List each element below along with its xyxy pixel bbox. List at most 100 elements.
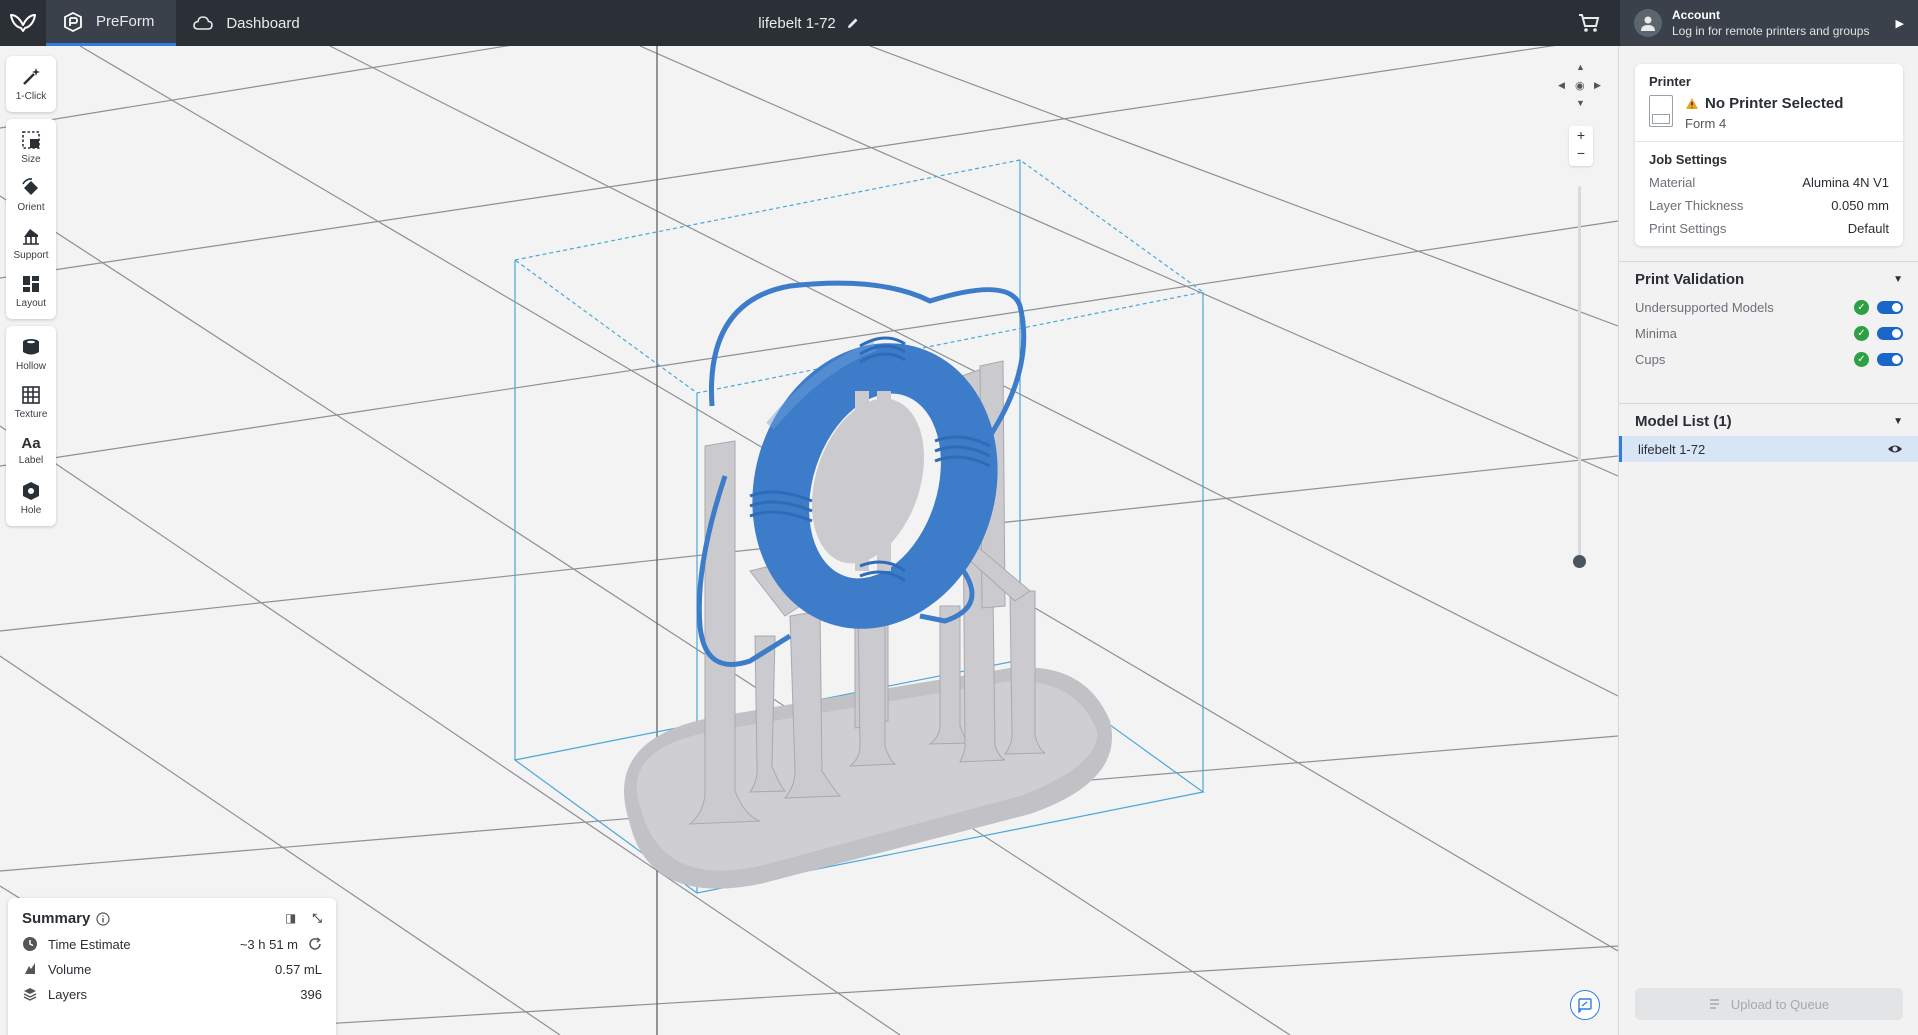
caret-down-icon: ▼ bbox=[1893, 415, 1903, 427]
summary-title: Summary bbox=[22, 910, 91, 927]
printer-label: Printer bbox=[1649, 74, 1691, 89]
job-setting-layer-thickness: Layer Thickness 0.050 mm bbox=[1649, 198, 1889, 213]
account-title: Account bbox=[1672, 8, 1720, 22]
tool-size[interactable]: Size bbox=[6, 123, 56, 171]
tool-orient[interactable]: Orient bbox=[6, 171, 56, 219]
hollow-icon bbox=[23, 339, 39, 355]
job-setting-key: Print Settings bbox=[1649, 221, 1727, 236]
tool-hole[interactable]: Hole bbox=[6, 474, 56, 522]
hole-icon bbox=[23, 482, 39, 500]
tool-group-3: Hollow Texture Aa Label Hole bbox=[6, 326, 56, 526]
avatar-icon bbox=[1634, 9, 1662, 37]
volume-icon bbox=[25, 963, 35, 974]
summary-label: Time Estimate bbox=[48, 936, 131, 952]
eye-icon[interactable]: ◉ bbox=[1575, 79, 1585, 92]
print-validation-header[interactable]: Print Validation ▼ bbox=[1619, 264, 1918, 294]
printer-status: No Printer Selected bbox=[1705, 95, 1844, 112]
zoom-control: + − bbox=[1569, 126, 1593, 166]
validation-toggle[interactable] bbox=[1877, 352, 1903, 366]
tool-label: Label bbox=[18, 454, 44, 466]
refresh-icon[interactable] bbox=[308, 937, 322, 951]
orient-icon bbox=[22, 178, 38, 195]
summary-value: ~3 h 51 m bbox=[239, 936, 298, 952]
chevron-left-icon[interactable]: ◀ bbox=[1558, 80, 1565, 91]
summary-label: Layers bbox=[48, 986, 88, 1002]
warning-icon bbox=[1686, 98, 1698, 109]
list-item[interactable]: lifebelt 1-72 bbox=[1619, 436, 1918, 462]
validation-row: Undersupported Models ✓ bbox=[1619, 294, 1918, 320]
validation-label: Undersupported Models bbox=[1635, 299, 1774, 315]
formlabs-logo-icon[interactable] bbox=[0, 0, 46, 46]
summary-row-time: Time Estimate ~3 h 51 m bbox=[22, 936, 322, 952]
summary-value: 0.57 mL bbox=[275, 961, 322, 977]
tool-layout[interactable]: Layout bbox=[6, 267, 56, 315]
info-icon[interactable] bbox=[96, 911, 110, 926]
tool-label[interactable]: Aa Label bbox=[6, 426, 56, 474]
magic-wand-icon bbox=[23, 68, 40, 85]
queue-icon bbox=[1709, 999, 1719, 1009]
job-setting-key: Material bbox=[1649, 175, 1696, 190]
tab-preform-label: PreForm bbox=[96, 13, 155, 30]
zoom-out-button[interactable]: − bbox=[1569, 144, 1593, 162]
pencil-icon[interactable] bbox=[846, 16, 860, 30]
tool-group-2: Size Orient Support Layout bbox=[6, 119, 56, 319]
3d-viewport[interactable]: 1-Click Size Orient Support Layout Hollo… bbox=[0, 46, 1618, 1035]
printer-model: Form 4 bbox=[1685, 116, 1727, 131]
chat-icon bbox=[1578, 998, 1592, 1013]
size-icon bbox=[22, 131, 40, 149]
tool-rail: 1-Click Size Orient Support Layout Hollo… bbox=[6, 56, 56, 533]
chevron-right-icon[interactable]: ▶ bbox=[1594, 80, 1601, 91]
validation-toggle[interactable] bbox=[1877, 326, 1903, 340]
job-settings-section[interactable]: Job Settings Material Alumina 4N V1 Laye… bbox=[1635, 142, 1903, 246]
upload-to-queue-button[interactable]: Upload to Queue bbox=[1635, 988, 1903, 1020]
job-setting-value: 0.050 mm bbox=[1831, 198, 1889, 213]
tool-label: Orient bbox=[17, 202, 45, 213]
print-validation-title: Print Validation bbox=[1635, 270, 1745, 288]
view-navigation-pad: ▲ ◀ ◉ ▶ ▼ bbox=[1556, 62, 1606, 112]
job-setting-key: Layer Thickness bbox=[1649, 198, 1744, 213]
account-button[interactable]: Account Log in for remote printers and g… bbox=[1620, 0, 1918, 46]
printer-section[interactable]: Printer No Printer Selected Form 4 bbox=[1635, 64, 1903, 141]
tool-label: Layout bbox=[15, 298, 47, 309]
job-setting-material: Material Alumina 4N V1 bbox=[1649, 175, 1889, 190]
tool-1-click[interactable]: 1-Click bbox=[6, 60, 56, 108]
preform-icon bbox=[64, 11, 82, 32]
tab-dashboard[interactable]: Dashboard bbox=[176, 0, 321, 46]
chevron-up-icon[interactable]: ▲ bbox=[1576, 62, 1585, 72]
validation-toggle[interactable] bbox=[1877, 300, 1903, 314]
tool-label: Support bbox=[13, 250, 49, 261]
zoom-in-button[interactable]: + bbox=[1569, 126, 1593, 144]
account-subtitle: Log in for remote printers and groups bbox=[1672, 24, 1870, 38]
summary-card: Summary ◨ ⤡ Time Estimate ~3 h 51 m Volu… bbox=[8, 898, 336, 1035]
panel-toggle-icon[interactable]: ◨ bbox=[285, 911, 296, 926]
layout-icon bbox=[23, 276, 39, 292]
clock-icon bbox=[23, 937, 37, 951]
right-panel: Printer No Printer Selected Form 4 Job S… bbox=[1618, 46, 1918, 1035]
model-list-header[interactable]: Model List (1) ▼ bbox=[1619, 406, 1918, 436]
eye-icon[interactable] bbox=[1887, 441, 1903, 457]
tool-texture[interactable]: Texture bbox=[6, 378, 56, 426]
tool-label: Size bbox=[21, 154, 41, 165]
expand-icon[interactable]: ⤡ bbox=[312, 911, 322, 926]
tool-label: Hole bbox=[20, 505, 42, 516]
layer-slider-track[interactable] bbox=[1578, 186, 1581, 566]
check-icon: ✓ bbox=[1854, 351, 1869, 367]
tool-support[interactable]: Support bbox=[6, 219, 56, 267]
printer-thumbnail-icon bbox=[1649, 95, 1673, 127]
top-bar: PreForm Dashboard lifebelt 1-72 Account … bbox=[0, 0, 1918, 46]
tool-hollow[interactable]: Hollow bbox=[6, 330, 56, 378]
layer-slider-handle[interactable] bbox=[1573, 555, 1586, 568]
feedback-button[interactable] bbox=[1570, 990, 1600, 1020]
chevron-down-icon[interactable]: ▼ bbox=[1576, 98, 1585, 108]
model-list-section: Model List (1) ▼ lifebelt 1-72 bbox=[1619, 406, 1918, 462]
job-setting-value: Alumina 4N V1 bbox=[1802, 175, 1889, 190]
tab-preform[interactable]: PreForm bbox=[46, 0, 177, 46]
validation-row: Cups ✓ bbox=[1619, 346, 1918, 372]
scene-canvas[interactable] bbox=[0, 46, 1618, 1035]
document-title-text: lifebelt 1-72 bbox=[758, 14, 836, 32]
cloud-icon bbox=[193, 16, 214, 30]
texture-icon bbox=[22, 386, 40, 404]
cart-icon[interactable] bbox=[1577, 12, 1601, 34]
validation-row: Minima ✓ bbox=[1619, 320, 1918, 346]
support-icon bbox=[23, 229, 39, 245]
